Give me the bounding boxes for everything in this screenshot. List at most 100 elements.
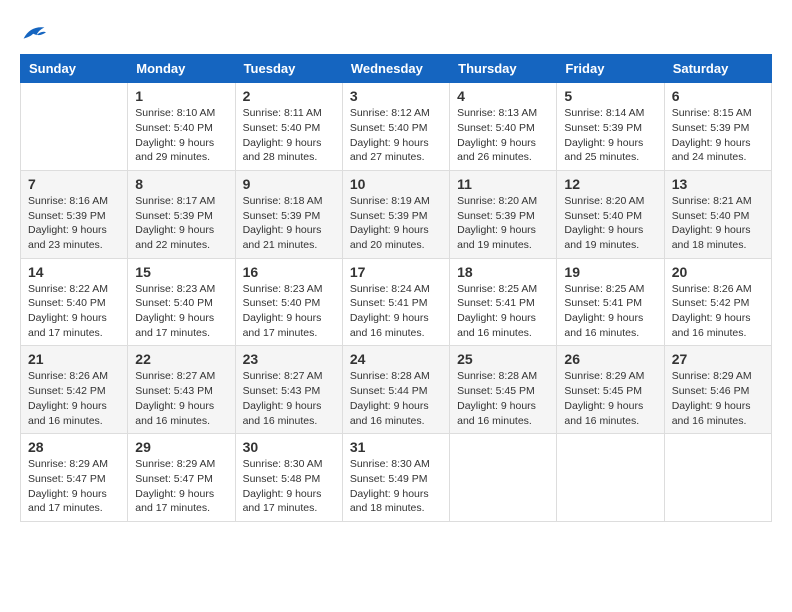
day-number: 31 — [350, 439, 442, 455]
column-header-monday: Monday — [128, 55, 235, 83]
day-number: 7 — [28, 176, 120, 192]
day-number: 29 — [135, 439, 227, 455]
calendar-cell: 27 Sunrise: 8:29 AMSunset: 5:46 PMDayligh… — [664, 346, 771, 434]
calendar-cell — [664, 434, 771, 522]
calendar-cell — [557, 434, 664, 522]
day-number: 26 — [564, 351, 656, 367]
calendar-cell: 10 Sunrise: 8:19 AMSunset: 5:39 PMDayligh… — [342, 170, 449, 258]
calendar-cell: 20Sunrise: 8:26 AMSunset: 5:42 PMDayligh… — [664, 258, 771, 346]
day-number: 20 — [672, 264, 764, 280]
day-number: 16 — [243, 264, 335, 280]
day-number: 10 — [350, 176, 442, 192]
day-number: 19 — [564, 264, 656, 280]
calendar-cell: 12Sunrise: 8:20 AMSunset: 5:40 PMDayligh… — [557, 170, 664, 258]
day-number: 15 — [135, 264, 227, 280]
day-number: 23 — [243, 351, 335, 367]
day-info: Sunrise: 8:29 AMSunset: 5:45 PMDaylight:… — [564, 369, 656, 428]
calendar-cell: 18 Sunrise: 8:25 AMSunset: 5:41 PMDayligh… — [450, 258, 557, 346]
day-number: 21 — [28, 351, 120, 367]
day-number: 12 — [564, 176, 656, 192]
day-info: Sunrise: 8:11 AMSunset: 5:40 PMDaylight:… — [243, 106, 335, 165]
calendar-cell: 19 Sunrise: 8:25 AMSunset: 5:41 PMDayligh… — [557, 258, 664, 346]
calendar-cell: 28Sunrise: 8:29 AMSunset: 5:47 PMDayligh… — [21, 434, 128, 522]
calendar-week-row: 21 Sunrise: 8:26 AMSunset: 5:42 PMDayligh… — [21, 346, 772, 434]
day-info: Sunrise: 8:29 AMSunset: 5:46 PMDaylight:… — [672, 369, 764, 428]
day-info: Sunrise: 8:29 AMSunset: 5:47 PMDaylight:… — [135, 457, 227, 516]
calendar-cell: 16 Sunrise: 8:23 AMSunset: 5:40 PMDayligh… — [235, 258, 342, 346]
day-number: 6 — [672, 88, 764, 104]
day-info: Sunrise: 8:25 AMSunset: 5:41 PMDaylight:… — [564, 282, 656, 341]
calendar-cell: 11Sunrise: 8:20 AMSunset: 5:39 PMDayligh… — [450, 170, 557, 258]
calendar-cell: 2 Sunrise: 8:11 AMSunset: 5:40 PMDaylight… — [235, 83, 342, 171]
day-info: Sunrise: 8:29 AMSunset: 5:47 PMDaylight:… — [28, 457, 120, 516]
calendar-cell: 5 Sunrise: 8:14 AMSunset: 5:39 PMDaylight… — [557, 83, 664, 171]
calendar-cell: 25 Sunrise: 8:28 AMSunset: 5:45 PMDayligh… — [450, 346, 557, 434]
column-header-wednesday: Wednesday — [342, 55, 449, 83]
calendar-week-row: 7 Sunrise: 8:16 AMSunset: 5:39 PMDaylight… — [21, 170, 772, 258]
day-info: Sunrise: 8:10 AMSunset: 5:40 PMDaylight:… — [135, 106, 227, 165]
day-info: Sunrise: 8:26 AMSunset: 5:42 PMDaylight:… — [28, 369, 120, 428]
calendar-cell: 13 Sunrise: 8:21 AMSunset: 5:40 PMDayligh… — [664, 170, 771, 258]
calendar-cell: 26 Sunrise: 8:29 AMSunset: 5:45 PMDayligh… — [557, 346, 664, 434]
day-info: Sunrise: 8:30 AMSunset: 5:48 PMDaylight:… — [243, 457, 335, 516]
calendar-cell — [450, 434, 557, 522]
column-header-tuesday: Tuesday — [235, 55, 342, 83]
day-info: Sunrise: 8:13 AMSunset: 5:40 PMDaylight:… — [457, 106, 549, 165]
logo — [20, 20, 46, 44]
day-number: 2 — [243, 88, 335, 104]
day-number: 25 — [457, 351, 549, 367]
day-number: 8 — [135, 176, 227, 192]
day-info: Sunrise: 8:30 AMSunset: 5:49 PMDaylight:… — [350, 457, 442, 516]
day-info: Sunrise: 8:28 AMSunset: 5:45 PMDaylight:… — [457, 369, 549, 428]
day-number: 3 — [350, 88, 442, 104]
day-number: 22 — [135, 351, 227, 367]
calendar-cell: 24Sunrise: 8:28 AMSunset: 5:44 PMDayligh… — [342, 346, 449, 434]
day-info: Sunrise: 8:18 AMSunset: 5:39 PMDaylight:… — [243, 194, 335, 253]
calendar-week-row: 28Sunrise: 8:29 AMSunset: 5:47 PMDayligh… — [21, 434, 772, 522]
day-info: Sunrise: 8:21 AMSunset: 5:40 PMDaylight:… — [672, 194, 764, 253]
day-number: 13 — [672, 176, 764, 192]
calendar-week-row: 1 Sunrise: 8:10 AMSunset: 5:40 PMDaylight… — [21, 83, 772, 171]
day-info: Sunrise: 8:17 AMSunset: 5:39 PMDaylight:… — [135, 194, 227, 253]
calendar-cell: 31 Sunrise: 8:30 AMSunset: 5:49 PMDayligh… — [342, 434, 449, 522]
calendar-cell: 30 Sunrise: 8:30 AMSunset: 5:48 PMDayligh… — [235, 434, 342, 522]
calendar-cell: 7 Sunrise: 8:16 AMSunset: 5:39 PMDaylight… — [21, 170, 128, 258]
calendar-cell: 14Sunrise: 8:22 AMSunset: 5:40 PMDayligh… — [21, 258, 128, 346]
day-info: Sunrise: 8:27 AMSunset: 5:43 PMDaylight:… — [243, 369, 335, 428]
day-number: 24 — [350, 351, 442, 367]
calendar-cell: 8 Sunrise: 8:17 AMSunset: 5:39 PMDaylight… — [128, 170, 235, 258]
calendar-cell: 29 Sunrise: 8:29 AMSunset: 5:47 PMDayligh… — [128, 434, 235, 522]
day-info: Sunrise: 8:27 AMSunset: 5:43 PMDaylight:… — [135, 369, 227, 428]
calendar-cell: 4 Sunrise: 8:13 AMSunset: 5:40 PMDaylight… — [450, 83, 557, 171]
day-info: Sunrise: 8:12 AMSunset: 5:40 PMDaylight:… — [350, 106, 442, 165]
calendar-cell: 21 Sunrise: 8:26 AMSunset: 5:42 PMDayligh… — [21, 346, 128, 434]
day-number: 5 — [564, 88, 656, 104]
calendar-cell: 6 Sunrise: 8:15 AMSunset: 5:39 PMDaylight… — [664, 83, 771, 171]
day-info: Sunrise: 8:24 AMSunset: 5:41 PMDaylight:… — [350, 282, 442, 341]
calendar-week-row: 14Sunrise: 8:22 AMSunset: 5:40 PMDayligh… — [21, 258, 772, 346]
page-header — [20, 20, 772, 44]
day-number: 18 — [457, 264, 549, 280]
day-info: Sunrise: 8:15 AMSunset: 5:39 PMDaylight:… — [672, 106, 764, 165]
day-info: Sunrise: 8:25 AMSunset: 5:41 PMDaylight:… — [457, 282, 549, 341]
day-number: 9 — [243, 176, 335, 192]
calendar-cell: 1 Sunrise: 8:10 AMSunset: 5:40 PMDaylight… — [128, 83, 235, 171]
day-info: Sunrise: 8:23 AMSunset: 5:40 PMDaylight:… — [243, 282, 335, 341]
day-info: Sunrise: 8:14 AMSunset: 5:39 PMDaylight:… — [564, 106, 656, 165]
day-number: 17 — [350, 264, 442, 280]
calendar-cell: 22 Sunrise: 8:27 AMSunset: 5:43 PMDayligh… — [128, 346, 235, 434]
day-number: 4 — [457, 88, 549, 104]
day-info: Sunrise: 8:16 AMSunset: 5:39 PMDaylight:… — [28, 194, 120, 253]
day-info: Sunrise: 8:22 AMSunset: 5:40 PMDaylight:… — [28, 282, 120, 341]
column-header-saturday: Saturday — [664, 55, 771, 83]
calendar-cell: 15Sunrise: 8:23 AMSunset: 5:40 PMDayligh… — [128, 258, 235, 346]
day-number: 11 — [457, 176, 549, 192]
calendar-cell — [21, 83, 128, 171]
day-number: 1 — [135, 88, 227, 104]
logo-bird-icon — [22, 23, 46, 43]
day-number: 27 — [672, 351, 764, 367]
day-number: 30 — [243, 439, 335, 455]
calendar-cell: 9 Sunrise: 8:18 AMSunset: 5:39 PMDaylight… — [235, 170, 342, 258]
day-info: Sunrise: 8:19 AMSunset: 5:39 PMDaylight:… — [350, 194, 442, 253]
calendar-table: SundayMondayTuesdayWednesdayThursdayFrid… — [20, 54, 772, 522]
